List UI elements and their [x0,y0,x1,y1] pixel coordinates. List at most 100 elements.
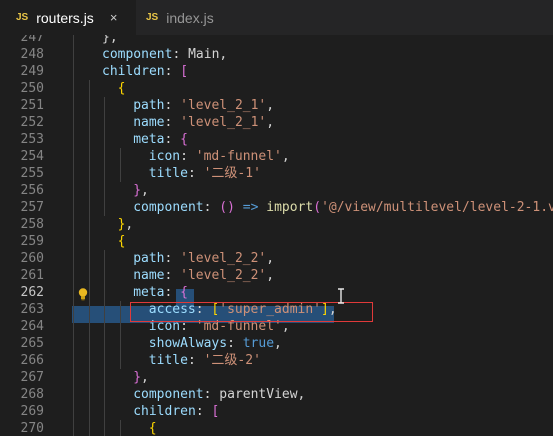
code-line[interactable]: 250 { [0,80,553,97]
tab-index-js[interactable]: JS index.js [136,0,228,35]
indent-guide [73,46,74,63]
code-line[interactable]: 254 icon: 'md-funnel', [0,148,553,165]
code-line[interactable]: 251 path: 'level_2_1', [0,97,553,114]
code-line[interactable]: 256}, [0,182,553,199]
indent-guide [88,403,90,420]
indent-guide [88,233,90,250]
code-line[interactable]: 270 { [0,420,553,436]
indent-guide [73,420,74,436]
code-token: children [133,404,196,419]
indent-guide [88,420,90,436]
code-token: , [141,370,149,385]
indent-guide [104,369,106,386]
code-token: : [164,285,181,300]
code-token: path [133,98,165,113]
line-number: 261 [20,268,44,283]
indent-guide [104,301,106,318]
code-text: children: [ [102,63,188,80]
line-number: 267 [20,370,44,385]
code-token: name [133,268,165,283]
code-token: '二级-2' [203,353,261,368]
indent-guide [73,199,74,216]
code-line[interactable]: 265 showAlways: true, [0,335,553,352]
indent-guide [119,352,121,369]
code-line[interactable]: 261 name: 'level_2_2', [0,267,553,284]
code-line[interactable]: 260 path: 'level_2_2', [0,250,553,267]
indent-guide [88,97,90,114]
tab-label: routers.js [36,9,94,26]
indent-guide [119,148,121,165]
code-token: 'level_2_1' [180,115,267,130]
code-line[interactable]: 255 title: '二级-1' [0,165,553,182]
code-token: } [133,370,142,385]
code-line[interactable]: 259 { [0,233,553,250]
indent-guide [119,335,121,352]
indent-guide [119,165,121,182]
text-cursor-icon [338,288,344,304]
code-editor[interactable]: 247}, 248 component: Main, 249 children: [25… [0,35,553,436]
code-token: }, [102,35,118,45]
code-token: , [281,149,290,164]
code-text: { [118,80,126,97]
close-icon[interactable]: × [110,10,118,25]
code-line[interactable]: 267}, [0,369,553,386]
code-token: meta [133,132,165,147]
line-number: 253 [20,132,44,147]
tab-routers-js[interactable]: JS routers.js × [0,0,136,35]
line-number: 256 [20,183,44,198]
line-number: 257 [20,200,44,215]
code-line[interactable]: 248 component: Main, [0,46,553,63]
code-token: : [164,132,181,147]
js-file-icon: JS [16,12,29,23]
lightbulb-icon[interactable] [76,287,90,301]
code-text: title: '二级-1' [149,165,261,182]
indent-guide [104,199,106,216]
code-line[interactable]: 266 title: '二级-2' [0,352,553,369]
code-line[interactable]: 253 meta: { [0,131,553,148]
code-token: component [102,47,173,62]
code-line[interactable]: 252 name: 'level_2_1', [0,114,553,131]
indent-guide [73,335,74,352]
indent-guide [104,403,106,420]
indent-guide [104,165,106,182]
line-number: 259 [20,234,44,249]
indent-guide [73,352,74,369]
code-token: : Main, [172,47,228,62]
indent-guide [73,114,74,131]
code-token: { [180,132,188,147]
line-number: 247 [20,35,44,45]
code-text: path: 'level_2_1', [133,97,274,114]
code-token: component [133,387,204,402]
code-token: { [180,285,188,300]
code-token: , [266,251,275,266]
code-line[interactable]: 269 children: [ [0,403,553,420]
code-token: 'level_2_2' [180,251,267,266]
code-line[interactable]: 249 children: [ [0,63,553,80]
code-token: () [219,200,235,215]
indent-guide [88,250,90,267]
code-token: path [133,251,165,266]
code-token: : [187,166,204,181]
code-text: meta: { [133,131,188,148]
line-number: 248 [20,47,44,62]
code-token: , [141,183,149,198]
code-token: '@/view/multilevel/level-2-1.vu [321,200,553,215]
code-text: component: parentView, [133,386,305,403]
indent-guide [104,352,106,369]
indent-guide [88,335,90,352]
code-line[interactable]: 258}, [0,216,553,233]
indent-guide [88,80,90,97]
code-text: { [149,420,157,436]
indent-guide [104,250,106,267]
indent-guide [73,403,74,420]
code-line[interactable]: 257 component: () => import('@/view/multi… [0,199,553,216]
indent-guide [73,182,74,199]
code-token: import [266,200,314,215]
code-line[interactable]: 268 component: parentView, [0,386,553,403]
indent-guide [73,80,74,97]
code-token: children [102,64,165,79]
code-token: [ [211,404,220,419]
code-line[interactable]: 247}, [0,35,553,46]
code-token: ( [313,200,322,215]
